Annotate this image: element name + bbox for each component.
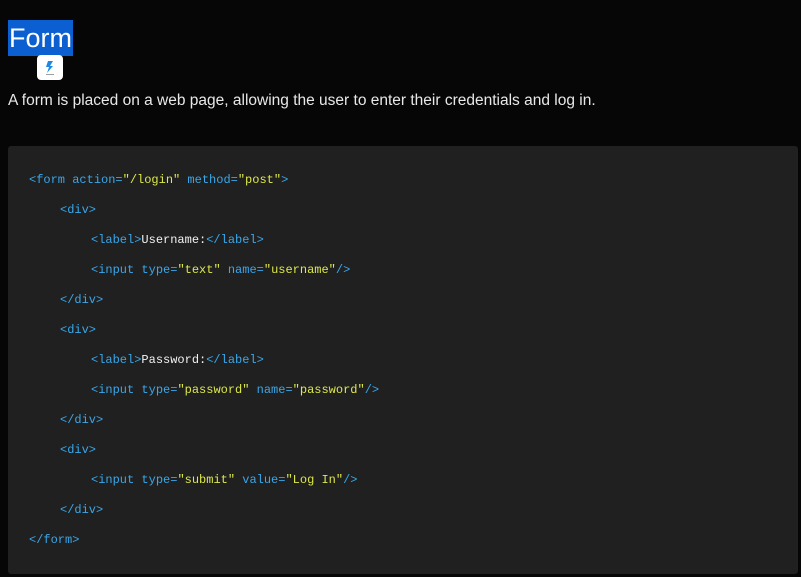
code-attr: value= (235, 473, 286, 487)
code-attr: name= (220, 263, 264, 277)
code-value: "/login" (122, 173, 181, 187)
code-text: Username: (141, 233, 207, 247)
code-attr: action= (65, 173, 123, 187)
code-tag: /> (335, 263, 351, 277)
code-line: </div> (60, 412, 103, 428)
code-tag: <label> (91, 233, 142, 247)
code-tag: /> (364, 383, 380, 397)
code-line: <label>Password:</label> (91, 352, 264, 368)
code-block: <form action="/login" method="post"> <di… (8, 146, 798, 574)
code-line: </form> (29, 532, 79, 548)
code-value: "text" (177, 263, 221, 277)
code-line: <div> (60, 442, 96, 458)
code-line: <label>Username:</label> (91, 232, 264, 248)
code-line: <div> (60, 322, 96, 338)
code-tag: </div> (60, 293, 104, 307)
code-line: </div> (60, 292, 103, 308)
code-tag: </label> (206, 233, 264, 247)
code-tag: </label> (206, 353, 264, 367)
code-value: "post" (237, 173, 282, 187)
code-tag: </form> (29, 533, 80, 547)
code-text: Password: (141, 353, 207, 367)
code-attr: type= (134, 473, 178, 487)
code-value: "username" (263, 263, 336, 277)
copy-code-button[interactable] (37, 55, 63, 80)
code-line: <input type="text" name="username"/> (91, 262, 350, 278)
code-value: "password" (292, 383, 365, 397)
code-tag: <div> (60, 323, 97, 337)
code-tag: <div> (60, 203, 97, 217)
code-tag: <input (91, 473, 135, 487)
code-tag: <input (91, 263, 135, 277)
code-attr: type= (134, 383, 178, 397)
code-attr: method= (180, 173, 238, 187)
code-attr: type= (134, 263, 178, 277)
code-line: <div> (60, 202, 96, 218)
code-line: </div> (60, 502, 103, 518)
code-tag: <div> (60, 443, 97, 457)
code-tag: </div> (60, 503, 104, 517)
code-attr: name= (249, 383, 293, 397)
code-tag: <form (29, 173, 66, 187)
code-value: "password" (177, 383, 250, 397)
code-tag: > (281, 173, 289, 187)
code-value: "Log In" (285, 473, 344, 487)
page-description: A form is placed on a web page, allowing… (8, 92, 596, 109)
code-tag: /> (343, 473, 358, 487)
copy-code-icon (46, 61, 54, 75)
code-tag: <label> (91, 353, 142, 367)
code-line: <input type="password" name="password"/> (91, 382, 379, 398)
code-line: <input type="submit" value="Log In"/> (91, 472, 357, 488)
code-tag: <input (91, 383, 135, 397)
code-tag: </div> (60, 413, 104, 427)
code-value: "submit" (177, 473, 236, 487)
page-title: Form (8, 20, 73, 56)
code-line: <form action="/login" method="post"> (29, 172, 288, 188)
